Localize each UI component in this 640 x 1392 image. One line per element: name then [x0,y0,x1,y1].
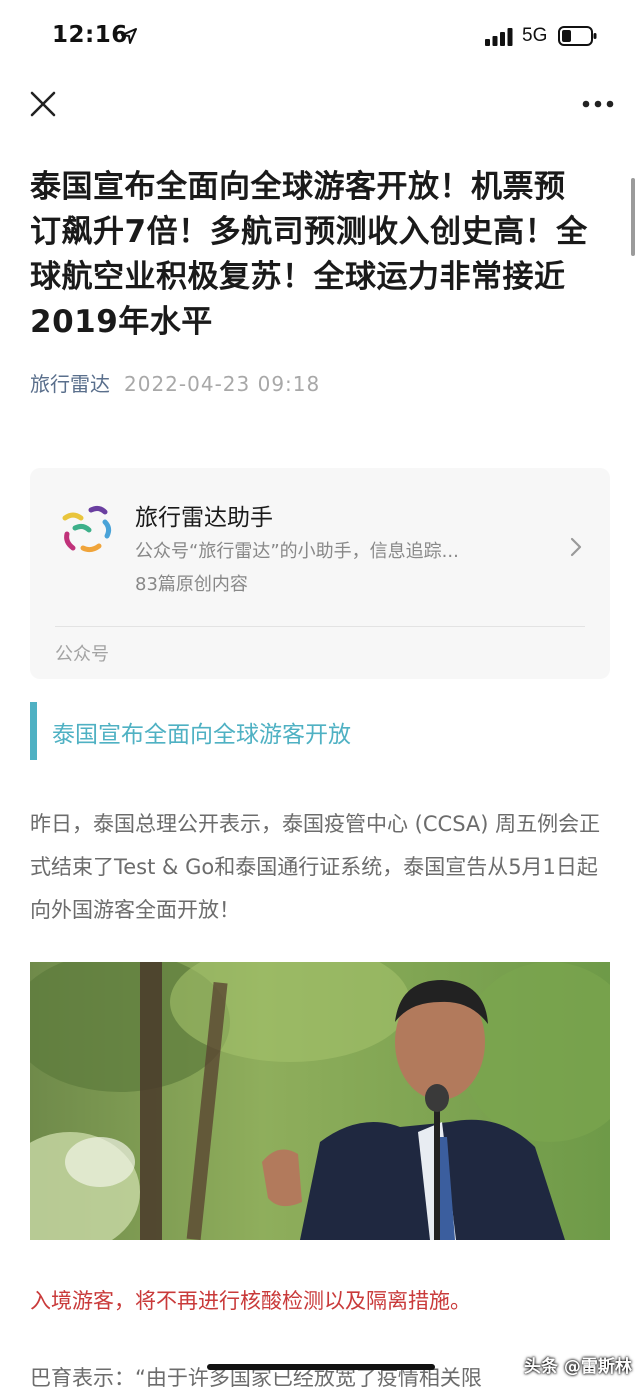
body-paragraph: 昨日，泰国总理公开表示，泰国疫管中心 (CCSA) 周五例会正式结束了Test … [30,812,601,922]
account-name: 旅行雷达助手 [135,505,273,531]
article-title: 泰国宣布全面向全球游客开放！机票预订飙升7倍！多航司预测收入创史高！全球航空业积… [30,169,588,340]
status-time: 12:16 [52,22,128,48]
signal-icon [485,28,513,46]
scrollbar[interactable] [631,178,635,256]
battery-icon [558,26,597,46]
home-indicator[interactable] [207,1364,435,1370]
more-options-icon[interactable] [580,94,616,114]
article-photo[interactable] [30,962,610,1240]
article-meta: 旅行雷达 2022-04-23 09:18 [30,368,320,397]
watermark: 头条 @雷斯林 [524,1357,632,1377]
account-article-count: 83篇原创内容 [135,574,248,595]
close-icon[interactable] [28,89,58,119]
chevron-right-icon[interactable] [568,535,584,559]
card-divider [55,626,585,627]
account-logo-icon [62,505,112,553]
network-type: 5G [522,25,548,46]
section-heading: 泰国宣布全面向全球游客开放 [52,722,351,748]
account-type-label: 公众号 [55,644,109,665]
location-arrow-icon [121,28,137,44]
article-date: 2022-04-23 09:18 [124,372,321,396]
section-accent-bar [30,702,37,760]
account-description: 公众号“旅行雷达”的小助手，信息追踪... [135,541,459,562]
article-author-link[interactable]: 旅行雷达 [30,372,110,396]
highlight-text: 入境游客，将不再进行核酸检测以及隔离措施。 [30,1289,471,1313]
